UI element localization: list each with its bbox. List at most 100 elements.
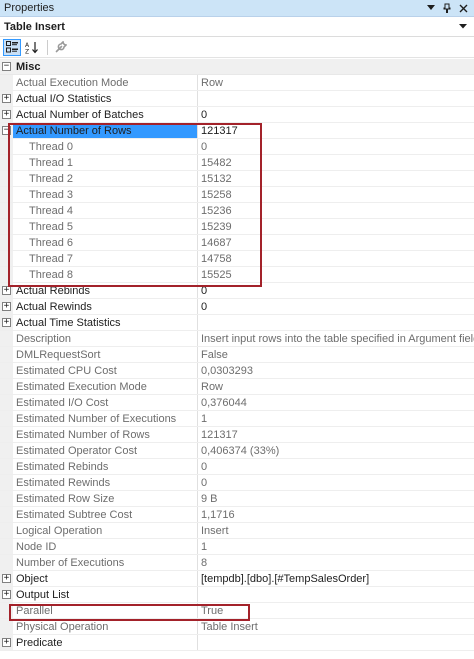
category-misc[interactable]: − Misc <box>0 59 474 75</box>
chevron-down-icon[interactable] <box>456 24 470 29</box>
property-value[interactable] <box>198 635 474 650</box>
property-value[interactable]: 1,1716 <box>198 507 474 522</box>
property-value[interactable] <box>198 315 474 330</box>
property-row[interactable]: Estimated CPU Cost 0,0303293 <box>0 363 474 379</box>
property-row[interactable]: Estimated I/O Cost 0,376044 <box>0 395 474 411</box>
property-row[interactable]: Estimated Rebinds 0 <box>0 459 474 475</box>
property-row[interactable]: Estimated Row Size 9 B <box>0 491 474 507</box>
property-value[interactable]: 15132 <box>198 171 474 186</box>
property-row[interactable]: + Output List <box>0 587 474 603</box>
expand-icon[interactable]: + <box>0 587 13 602</box>
expand-icon[interactable]: + <box>0 107 13 122</box>
property-value[interactable] <box>198 91 474 106</box>
property-row[interactable]: + Predicate <box>0 635 474 651</box>
property-name: Actual I/O Statistics <box>13 91 198 106</box>
property-row[interactable]: + Object [tempdb].[dbo].[#TempSalesOrder] <box>0 571 474 587</box>
property-value[interactable]: 9 B <box>198 491 474 506</box>
property-value[interactable]: Row <box>198 75 474 90</box>
property-value[interactable]: [tempdb].[dbo].[#TempSalesOrder] <box>198 571 474 586</box>
property-row[interactable]: Estimated Rewinds 0 <box>0 475 474 491</box>
property-value[interactable]: 1 <box>198 411 474 426</box>
property-name: Thread 4 <box>13 203 198 218</box>
expand-icon[interactable]: + <box>0 635 13 650</box>
property-row[interactable]: Thread 00 <box>0 139 474 155</box>
property-row[interactable]: Thread 6 14687 <box>0 235 474 251</box>
toolbar-separator <box>47 39 48 55</box>
property-row[interactable]: Estimated Subtree Cost 1,1716 <box>0 507 474 523</box>
pin-icon[interactable] <box>440 1 454 15</box>
property-value[interactable]: 0 <box>198 299 474 314</box>
alphabetical-sort-icon[interactable]: A Z <box>23 39 41 56</box>
collapse-icon[interactable]: − <box>0 59 13 74</box>
property-row[interactable]: Thread 2 15132 <box>0 171 474 187</box>
property-row[interactable]: Physical Operation Table Insert <box>0 619 474 635</box>
property-value[interactable]: 14758 <box>198 251 474 266</box>
object-selector[interactable]: Table Insert <box>0 17 474 37</box>
close-icon[interactable] <box>456 1 470 15</box>
property-value[interactable]: 15236 <box>198 203 474 218</box>
property-value[interactable]: Insert <box>198 523 474 538</box>
property-value[interactable]: 15258 <box>198 187 474 202</box>
property-value[interactable]: Table Insert <box>198 619 474 634</box>
property-value[interactable]: 0,0303293 <box>198 363 474 378</box>
property-row[interactable]: Estimated Number of Rows 121317 <box>0 427 474 443</box>
property-name: Estimated Subtree Cost <box>13 507 198 522</box>
property-row[interactable]: Thread 4 15236 <box>0 203 474 219</box>
property-value[interactable]: Row <box>198 379 474 394</box>
property-name: Object <box>13 571 198 586</box>
categorized-view-icon[interactable] <box>3 38 21 56</box>
property-row[interactable]: + Actual Time Statistics <box>0 315 474 331</box>
expand-icon[interactable]: + <box>0 299 13 314</box>
property-name: Thread 5 <box>13 219 198 234</box>
property-row[interactable]: Description Insert input rows into the ta… <box>0 331 474 347</box>
property-row[interactable]: Logical Operation Insert <box>0 523 474 539</box>
property-value[interactable]: 0 <box>198 107 474 122</box>
property-row[interactable]: + Actual Rebinds 0 <box>0 283 474 299</box>
property-row[interactable]: Estimated Execution Mode Row <box>0 379 474 395</box>
property-row[interactable]: Parallel True <box>0 603 474 619</box>
property-row[interactable]: + Actual Number of Batches 0 <box>0 107 474 123</box>
property-value[interactable]: 121317 <box>198 427 474 442</box>
property-value[interactable]: 0 <box>198 283 474 298</box>
property-row[interactable]: Actual Execution Mode Row <box>0 75 474 91</box>
property-row[interactable]: − Actual Number of Rows 121317 <box>0 123 474 139</box>
property-value[interactable]: 121317 <box>198 123 474 138</box>
property-value[interactable]: 14687 <box>198 235 474 250</box>
property-row[interactable]: Number of Executions 8 <box>0 555 474 571</box>
collapse-icon[interactable]: − <box>0 123 13 138</box>
property-row[interactable]: Node ID 1 <box>0 539 474 555</box>
wrench-icon[interactable] <box>52 39 70 56</box>
property-value[interactable]: 15525 <box>198 267 474 282</box>
property-row[interactable]: Thread 1 15482 <box>0 155 474 171</box>
expand-icon[interactable]: + <box>0 571 13 586</box>
property-value[interactable] <box>198 587 474 602</box>
property-value[interactable]: 15482 <box>198 155 474 170</box>
expand-icon[interactable]: + <box>0 283 13 298</box>
property-value[interactable]: 0 <box>198 459 474 474</box>
property-row[interactable]: Thread 5 15239 <box>0 219 474 235</box>
property-value[interactable]: 0,376044 <box>198 395 474 410</box>
property-name: Thread 1 <box>13 155 198 170</box>
property-row[interactable]: Thread 7 14758 <box>0 251 474 267</box>
property-row[interactable]: Estimated Number of Executions 1 <box>0 411 474 427</box>
property-row[interactable]: Thread 8 15525 <box>0 267 474 283</box>
property-value[interactable]: False <box>198 347 474 362</box>
expand-icon[interactable]: + <box>0 315 13 330</box>
property-value[interactable]: 8 <box>198 555 474 570</box>
property-value[interactable]: 0 <box>198 475 474 490</box>
property-value[interactable]: 0 <box>198 139 474 154</box>
property-value[interactable]: 0,406374 (33%) <box>198 443 474 458</box>
property-value[interactable]: True <box>198 603 474 618</box>
row-gutter <box>0 555 13 570</box>
property-row[interactable]: + Actual I/O Statistics <box>0 91 474 107</box>
property-row[interactable]: Thread 3 15258 <box>0 187 474 203</box>
expand-icon[interactable]: + <box>0 91 13 106</box>
property-row[interactable]: Estimated Operator Cost 0,406374 (33%) <box>0 443 474 459</box>
property-value[interactable]: 15239 <box>198 219 474 234</box>
property-row[interactable]: + Actual Rewinds 0 <box>0 299 474 315</box>
property-row[interactable]: DMLRequestSort False <box>0 347 474 363</box>
dropdown-arrow-icon[interactable] <box>424 1 438 15</box>
property-value[interactable]: Insert input rows into the table specifi… <box>198 331 474 346</box>
property-value[interactable]: 1 <box>198 539 474 554</box>
row-gutter <box>0 251 13 266</box>
